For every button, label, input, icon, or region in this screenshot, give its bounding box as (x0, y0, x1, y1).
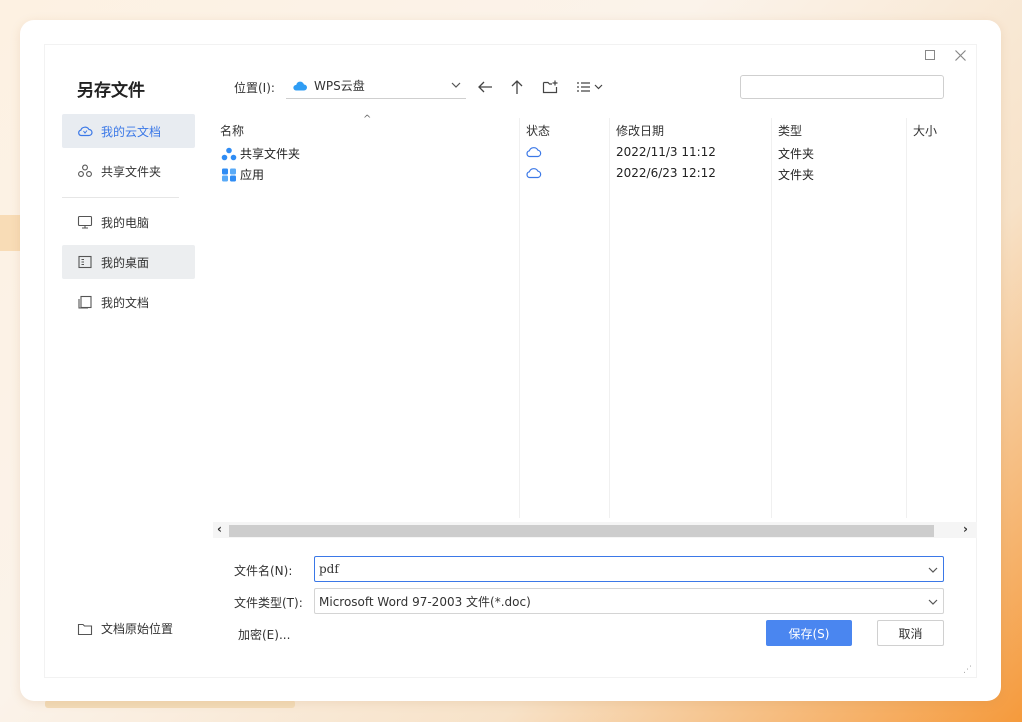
name-cell: 共享文件夹 (221, 145, 300, 162)
column-header-type[interactable]: 类型 (778, 122, 802, 139)
file-name: 共享文件夹 (240, 147, 301, 161)
column-header-name[interactable]: 名称 (220, 122, 244, 139)
column-header-status[interactable]: 状态 (526, 122, 550, 139)
file-list: ^ 名称 状态 修改日期 类型 大小 共享文件夹 2022/11/3 11:12… (213, 114, 977, 541)
wps-cloud-icon (293, 81, 307, 90)
cancel-button[interactable]: 取消 (877, 620, 944, 646)
original-location-link[interactable]: 文档原始位置 (77, 620, 173, 637)
date-cell: 2022/11/3 11:12 (616, 145, 716, 159)
sidebar-divider (62, 197, 179, 198)
name-cell: 应用 (221, 166, 264, 183)
filename-label: 文件名(N): (234, 564, 293, 578)
maximize-button[interactable] (922, 47, 938, 63)
cloud-status-icon (526, 147, 542, 158)
list-view-icon (577, 82, 603, 92)
sort-ascending-icon: ^ (363, 114, 372, 125)
save-button[interactable]: 保存(S) (766, 620, 852, 646)
type-cell: 文件夹 (778, 168, 815, 182)
shared-folder-icon (221, 147, 237, 160)
sidebar-item-label: 共享文件夹 (101, 164, 162, 179)
folder-icon (77, 623, 93, 635)
documents-icon (78, 295, 92, 309)
type-cell: 文件夹 (778, 147, 815, 161)
resize-grip-icon[interactable]: ⋰ (963, 665, 972, 675)
filename-value: pdf (319, 562, 339, 576)
up-button[interactable] (507, 77, 527, 97)
horizontal-scrollbar[interactable]: ‹ › (213, 522, 977, 538)
sidebar-item-label: 我的桌面 (101, 255, 150, 270)
sidebar-item-cloud-docs[interactable]: 我的云文档 (62, 114, 195, 148)
cloud-status-icon (526, 168, 542, 179)
new-folder-button[interactable] (540, 77, 560, 97)
sidebar-item-label: 我的云文档 (101, 124, 162, 139)
sidebar-item-label: 我的电脑 (101, 215, 150, 230)
scroll-left-arrow-icon[interactable]: ‹ (217, 522, 222, 536)
maximize-icon (925, 50, 935, 60)
original-location-label: 文档原始位置 (101, 622, 174, 636)
close-button[interactable] (952, 47, 968, 63)
app-folder-icon (222, 168, 236, 181)
desktop-icon (78, 255, 92, 269)
sidebar-item-my-computer[interactable]: 我的电脑 (62, 205, 195, 239)
arrow-left-icon (478, 81, 492, 93)
new-folder-icon (542, 80, 558, 94)
background-strip (45, 700, 295, 708)
sidebar-item-shared-folder[interactable]: 共享文件夹 (62, 154, 195, 188)
encrypt-link[interactable]: 加密(E)... (238, 626, 290, 643)
chevron-down-icon[interactable] (927, 564, 939, 576)
date-cell: 2022/6/23 12:12 (616, 166, 716, 180)
search-input[interactable] (740, 75, 944, 99)
back-button[interactable] (475, 77, 495, 97)
close-icon (954, 49, 966, 61)
view-mode-button[interactable] (575, 77, 607, 97)
monitor-icon (77, 215, 93, 229)
sidebar-item-label: 我的文档 (101, 295, 150, 310)
location-dropdown[interactable]: WPS云盘 (286, 73, 466, 99)
filetype-select[interactable]: Microsoft Word 97-2003 文件(*.doc) (314, 588, 944, 614)
filetype-label: 文件类型(T): (234, 596, 303, 610)
column-header-date[interactable]: 修改日期 (616, 122, 664, 139)
scroll-right-arrow-icon[interactable]: › (963, 522, 968, 536)
table-row[interactable]: 共享文件夹 2022/11/3 11:12 文件夹 (213, 142, 977, 163)
dialog-title: 另存文件 (77, 81, 145, 101)
location-label: 位置(I): (234, 81, 275, 95)
chevron-down-icon (928, 599, 938, 605)
scrollbar-thumb[interactable] (229, 525, 934, 537)
filename-input[interactable]: pdf (314, 556, 944, 582)
sidebar-item-my-desktop[interactable]: 我的桌面 (62, 245, 195, 279)
cloud-icon (78, 126, 93, 137)
sidebar-item-my-documents[interactable]: 我的文档 (62, 285, 195, 319)
column-header-size[interactable]: 大小 (913, 122, 937, 139)
location-value: WPS云盘 (314, 79, 365, 93)
file-name: 应用 (240, 168, 265, 182)
save-as-dialog: 另存文件 我的云文档 共享文件夹 我的电脑 我的桌面 我的文档 文档原始位置 位… (20, 20, 1001, 701)
table-row[interactable]: 应用 2022/6/23 12:12 文件夹 (213, 163, 977, 184)
arrow-up-icon (511, 80, 523, 94)
status-cell (525, 145, 543, 162)
share-icon (78, 164, 92, 177)
chevron-down-icon (451, 82, 461, 88)
filetype-value: Microsoft Word 97-2003 文件(*.doc) (319, 594, 531, 609)
status-cell (525, 166, 543, 183)
